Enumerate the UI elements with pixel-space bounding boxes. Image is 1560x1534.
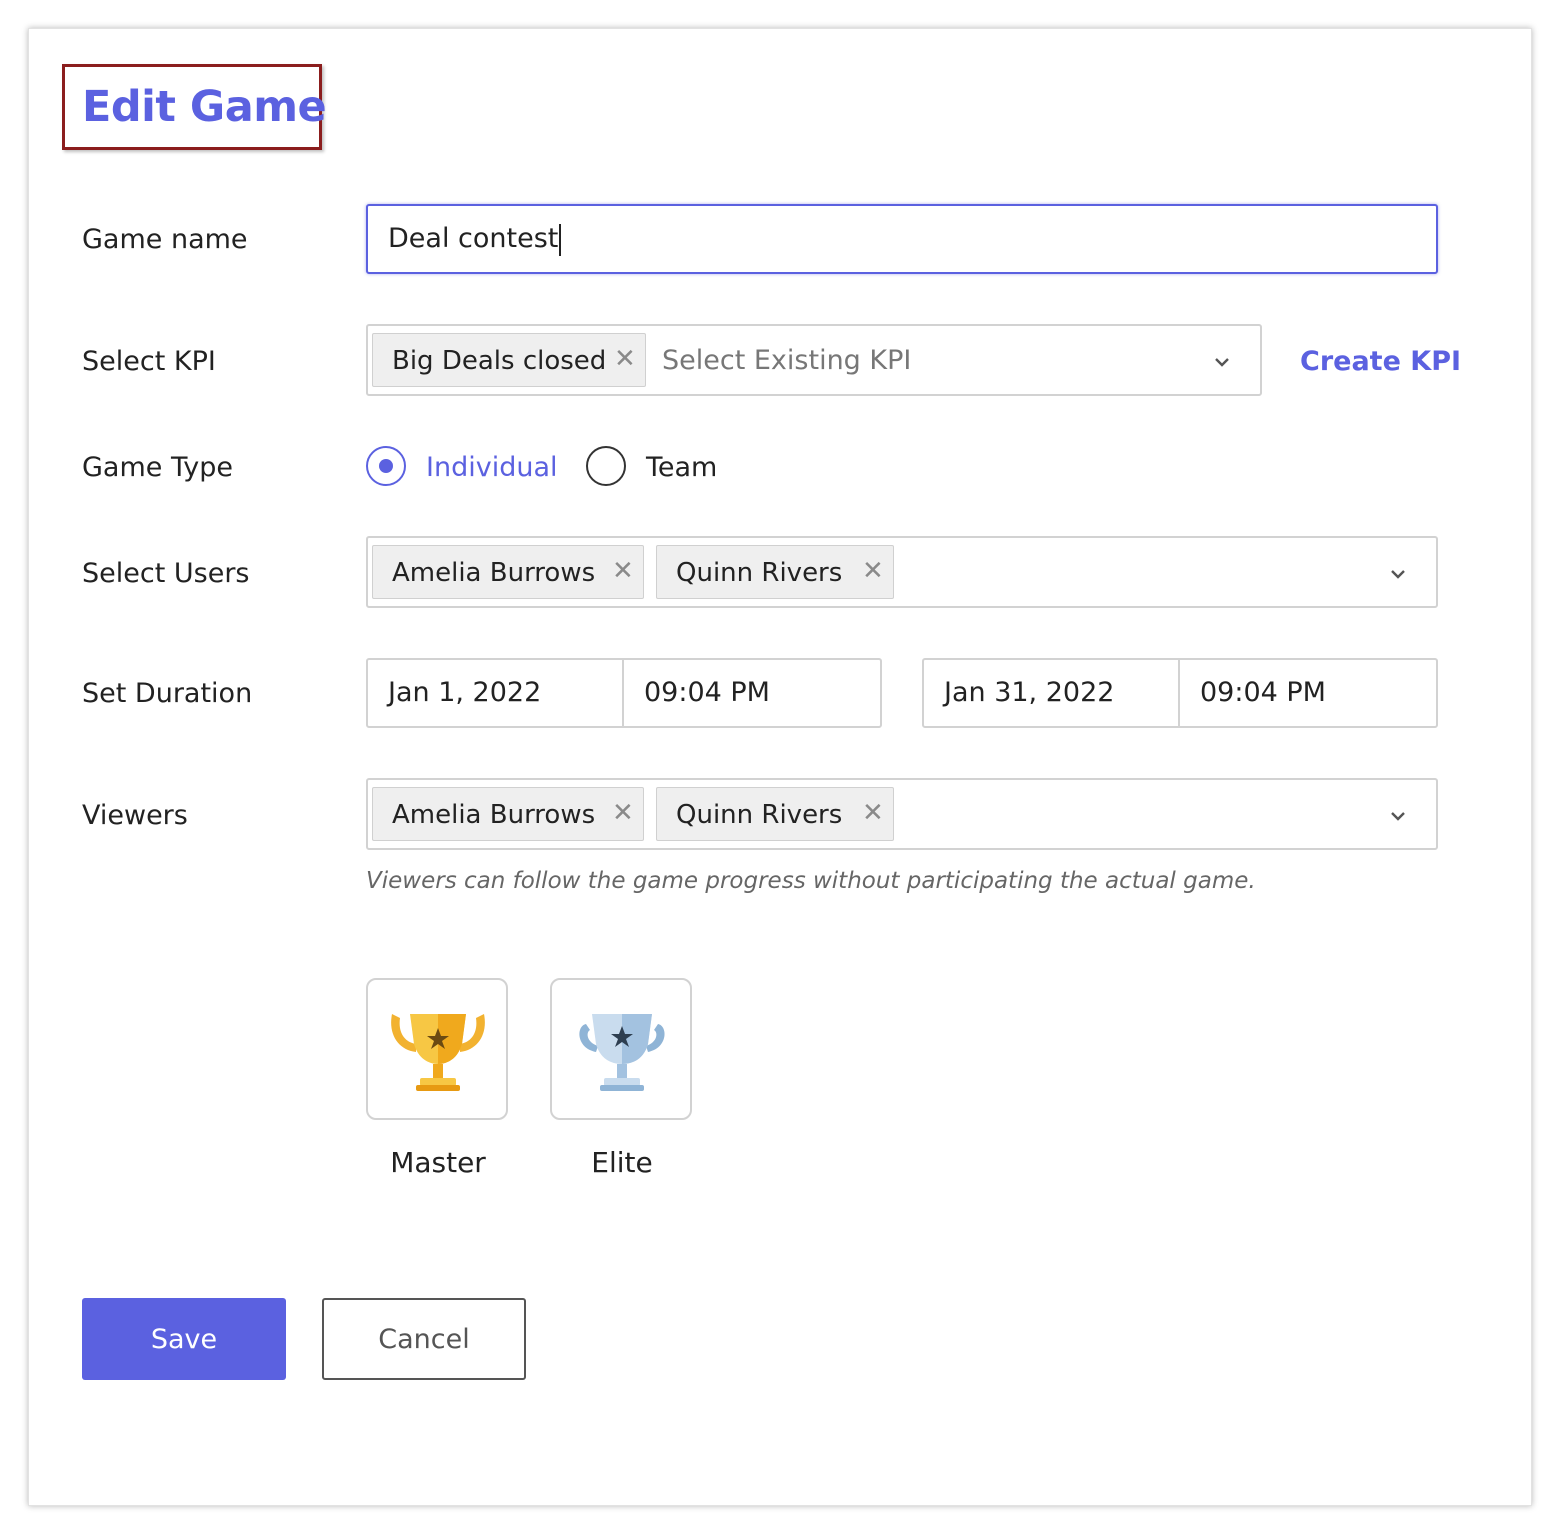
- radio-team[interactable]: [586, 446, 626, 486]
- cancel-button[interactable]: Cancel: [322, 1298, 526, 1380]
- remove-kpi-chip-icon[interactable]: ✕: [614, 344, 636, 374]
- start-time-input[interactable]: 09:04 PM: [644, 677, 770, 708]
- user-chip: Amelia Burrows ✕: [372, 545, 644, 599]
- badge-master-label: Master: [390, 1146, 486, 1179]
- viewer-chip: Quinn Rivers ✕: [656, 787, 894, 841]
- end-date-input[interactable]: Jan 31, 2022: [944, 677, 1114, 708]
- badge-master-card[interactable]: [366, 978, 508, 1120]
- start-date-input[interactable]: Jan 1, 2022: [388, 677, 541, 708]
- game-name-input[interactable]: Deal contest: [366, 204, 1438, 274]
- remove-viewer-chip-icon[interactable]: ✕: [612, 798, 634, 828]
- remove-user-chip-icon[interactable]: ✕: [612, 556, 634, 586]
- kpi-placeholder: Select Existing KPI: [662, 345, 912, 376]
- select-kpi-label: Select KPI: [82, 346, 216, 377]
- field-divider: [1178, 660, 1180, 726]
- badge-elite-card[interactable]: [550, 978, 692, 1120]
- gold-trophy-icon: [391, 1014, 485, 1091]
- select-users-label: Select Users: [82, 558, 250, 589]
- set-duration-label: Set Duration: [82, 678, 253, 709]
- silver-trophy-icon: [579, 1014, 665, 1091]
- field-divider: [622, 660, 624, 726]
- kpi-chip-label: Big Deals closed: [392, 346, 607, 376]
- text-caret: [559, 223, 562, 256]
- viewers-hint: Viewers can follow the game progress wit…: [366, 868, 1256, 894]
- user-chip: Quinn Rivers ✕: [656, 545, 894, 599]
- remove-user-chip-icon[interactable]: ✕: [862, 556, 884, 586]
- chevron-down-icon[interactable]: [1390, 808, 1406, 824]
- chevron-down-icon[interactable]: [1390, 566, 1406, 582]
- create-kpi-link[interactable]: Create KPI: [1300, 346, 1461, 377]
- radio-individual[interactable]: [366, 446, 406, 486]
- remove-viewer-chip-icon[interactable]: ✕: [862, 798, 884, 828]
- game-name-value: Deal contest: [388, 223, 559, 254]
- kpi-select[interactable]: Big Deals closed ✕ Select Existing KPI: [366, 324, 1262, 396]
- end-datetime-field: Jan 31, 2022 09:04 PM: [922, 658, 1438, 728]
- save-button[interactable]: Save: [82, 1298, 286, 1380]
- viewers-label: Viewers: [82, 800, 188, 831]
- kpi-chip: Big Deals closed ✕: [372, 333, 646, 387]
- viewer-chip-label: Amelia Burrows: [392, 800, 596, 830]
- badge-elite-label: Elite: [591, 1146, 653, 1179]
- page-title: Edit Game: [82, 82, 327, 132]
- viewer-chip-label: Quinn Rivers: [676, 800, 843, 830]
- end-time-input[interactable]: 09:04 PM: [1200, 677, 1326, 708]
- user-chip-label: Amelia Burrows: [392, 558, 596, 588]
- start-datetime-field: Jan 1, 2022 09:04 PM: [366, 658, 882, 728]
- viewer-chip: Amelia Burrows ✕: [372, 787, 644, 841]
- user-chip-label: Quinn Rivers: [676, 558, 843, 588]
- radio-individual-label[interactable]: Individual: [426, 452, 558, 483]
- users-select[interactable]: Amelia Burrows ✕ Quinn Rivers ✕: [366, 536, 1438, 608]
- chevron-down-icon[interactable]: [1214, 354, 1230, 370]
- viewers-select[interactable]: Amelia Burrows ✕ Quinn Rivers ✕: [366, 778, 1438, 850]
- game-name-label: Game name: [82, 224, 248, 255]
- radio-team-label[interactable]: Team: [646, 452, 717, 483]
- game-type-label: Game Type: [82, 452, 233, 483]
